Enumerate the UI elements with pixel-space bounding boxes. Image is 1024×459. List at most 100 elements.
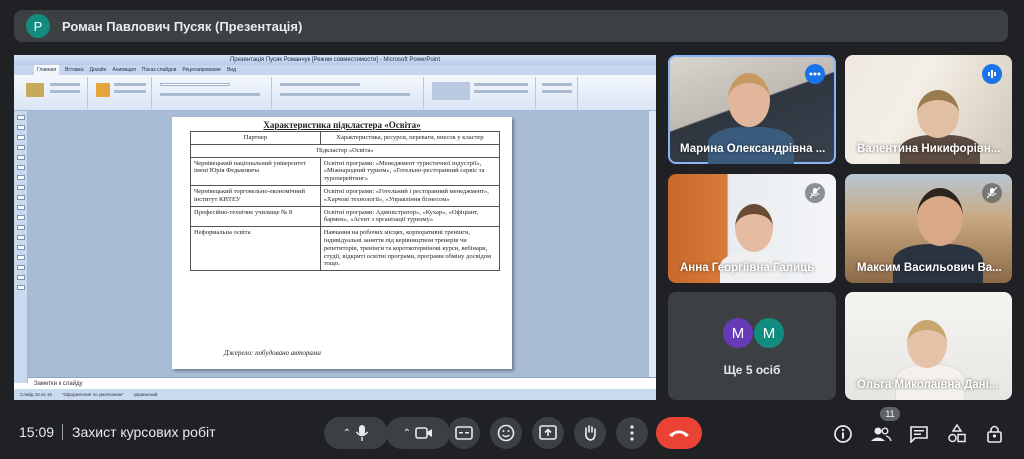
ribbon-group-font [154, 77, 272, 109]
muted-indicator [982, 183, 1002, 203]
more-participants-label: Ще 5 осіб [723, 363, 781, 377]
info-icon[interactable] [833, 424, 853, 444]
ppt-tab-design: Дизайн [89, 67, 107, 73]
ppt-scrollbar [648, 111, 656, 377]
mic-off-icon [987, 187, 997, 199]
slide: Характеристика підкластера «Освіта» Парт… [172, 117, 512, 369]
slide-table: Партнер Характеристика, ресурси, переваг… [190, 131, 501, 272]
present-screen-icon[interactable] [539, 425, 557, 441]
meeting-time: 15:09 [19, 424, 55, 440]
activities-button[interactable] [945, 422, 969, 446]
presenter-title: Роман Павлович Пусяк (Презентація) [62, 18, 303, 34]
present-button[interactable] [532, 417, 564, 449]
participant-tile[interactable]: Анна Георгіївна Галиць [668, 174, 836, 283]
audio-level-icon [988, 70, 996, 78]
ppt-status-bar: Слайд 15 из 15 "Оформление по умолчанию"… [14, 389, 656, 400]
table-subheader: Підкластер «Освіта» [190, 143, 500, 158]
participant-tile[interactable]: Максим Васильович Ва... [845, 174, 1012, 283]
microphone-control[interactable]: ⌃ [324, 417, 388, 449]
table-row: Чернівецький торговельно-економічний інс… [190, 184, 501, 207]
ppt-notes-pane: Заметки к слайду [28, 377, 656, 389]
meeting-details-button[interactable] [831, 422, 855, 446]
people-count-badge: 11 [880, 407, 900, 421]
ribbon-group-paragraph [274, 77, 424, 109]
people-button[interactable] [869, 422, 893, 446]
chevron-up-icon[interactable]: ⌃ [343, 428, 351, 439]
participant-name: Максим Васильович Ва... [857, 262, 1002, 274]
ppt-tab-review: Рецензирование [182, 67, 221, 73]
participant-name: Анна Георгіївна Галиць [680, 262, 815, 274]
speaking-indicator [982, 64, 1002, 84]
participant-tile[interactable]: Валентина Никифорівн... [845, 55, 1012, 164]
more-vert-icon[interactable] [630, 425, 634, 441]
ppt-tab-insert: Вставка [65, 67, 84, 73]
activities-icon[interactable] [947, 424, 967, 444]
microphone-icon[interactable] [355, 424, 369, 442]
shared-screen: Презентація Пусяк Романчук [Режим совмес… [14, 55, 656, 400]
participant-name: Ольга Миколаївна Дані... [857, 379, 999, 391]
table-cell: Освітні програми: «Готельний і ресторанн… [319, 184, 501, 207]
table-cell: Чернівецький торговельно-економічний інс… [190, 184, 321, 207]
ribbon-group-drawing [426, 77, 536, 109]
captions-icon[interactable] [455, 426, 473, 440]
ppt-tab-animation: Анимация [112, 67, 136, 73]
emoji-icon[interactable] [497, 424, 515, 442]
table-header-partner: Партнер [190, 131, 321, 145]
slide-source-note: Джерело: побудовано авторами [224, 349, 321, 357]
host-controls-button[interactable] [983, 422, 1007, 446]
ppt-tab-view: Вид [226, 67, 237, 73]
muted-indicator [805, 183, 825, 203]
table-cell: Чернівецький національний університет ім… [190, 156, 321, 186]
table-cell: Освітні програми: «Менеджмент туристично… [319, 156, 501, 186]
table-cell: Неформальна освіта [190, 226, 321, 272]
hand-icon[interactable] [582, 424, 598, 442]
ppt-window-title: Презентація Пусяк Романчук [Режим совмес… [14, 55, 656, 65]
ribbon-group-slides [90, 77, 152, 109]
chevron-up-icon[interactable]: ⌃ [403, 428, 411, 439]
table-row: Чернівецький національний університет ім… [190, 156, 501, 186]
ppt-status-theme: "Оформление по умолчанию" [61, 392, 124, 397]
table-row: Професійно-технічне училище № 8 Освітні … [190, 205, 501, 228]
mic-off-icon [810, 187, 820, 199]
ribbon-group-editing [538, 77, 578, 109]
participant-avatar: М [754, 318, 784, 348]
chat-button[interactable] [907, 422, 931, 446]
phone-hangup-icon[interactable] [668, 428, 690, 438]
divider [62, 424, 63, 440]
raise-hand-button[interactable] [574, 417, 606, 449]
presenter-bar: Р Роман Павлович Пусяк (Презентація) [14, 10, 1008, 42]
ppt-status-language: украинский [133, 392, 158, 397]
captions-button[interactable] [448, 417, 480, 449]
more-options-button[interactable] [616, 417, 648, 449]
table-cell: Професійно-технічне училище № 8 [190, 205, 321, 228]
participant-name: Валентина Никифорівн... [857, 143, 1001, 155]
table-row: Неформальна освіта Навчання на робочих м… [190, 226, 501, 272]
camera-icon[interactable] [415, 426, 433, 440]
table-header-characteristics: Характеристика, ресурси, переваги, внесо… [319, 131, 501, 145]
ppt-tab-home: Главная [34, 65, 60, 75]
lock-person-icon[interactable] [985, 424, 1005, 444]
ribbon-group-clipboard [18, 77, 88, 109]
participant-name: Марина Олександрівна ... [680, 143, 826, 155]
camera-control[interactable]: ⌃ [386, 417, 450, 449]
people-icon[interactable] [870, 425, 892, 443]
ppt-status-slide: Слайд 15 из 15 [20, 392, 52, 397]
ppt-ribbon-tabs: Главная Вставка Дизайн Анимация Показ сл… [14, 65, 656, 75]
participant-avatar: М [723, 318, 753, 348]
ppt-tab-slideshow: Показ слайдов [141, 67, 177, 73]
ppt-slide-panel [14, 111, 28, 383]
participant-tile[interactable]: Марина Олександрівна ... [668, 55, 836, 164]
table-cell: Освітні програми: Адміністратор», «Кухар… [319, 205, 501, 228]
meeting-name: Захист курсових робіт [72, 424, 216, 440]
more-participants-tile[interactable]: М М [668, 292, 836, 400]
more-options-button[interactable] [805, 64, 825, 84]
slide-title: Характеристика підкластера «Освіта» [263, 120, 421, 130]
leave-call-button[interactable] [656, 417, 702, 449]
more-dots-icon [809, 72, 821, 76]
ppt-ribbon [14, 75, 656, 111]
participant-tile[interactable]: Ольга Миколаївна Дані... [845, 292, 1012, 400]
reactions-button[interactable] [490, 417, 522, 449]
table-cell: Навчання на робочих місцях, корпоративні… [319, 226, 501, 272]
chat-icon[interactable] [909, 425, 929, 443]
presenter-avatar: Р [26, 14, 50, 38]
